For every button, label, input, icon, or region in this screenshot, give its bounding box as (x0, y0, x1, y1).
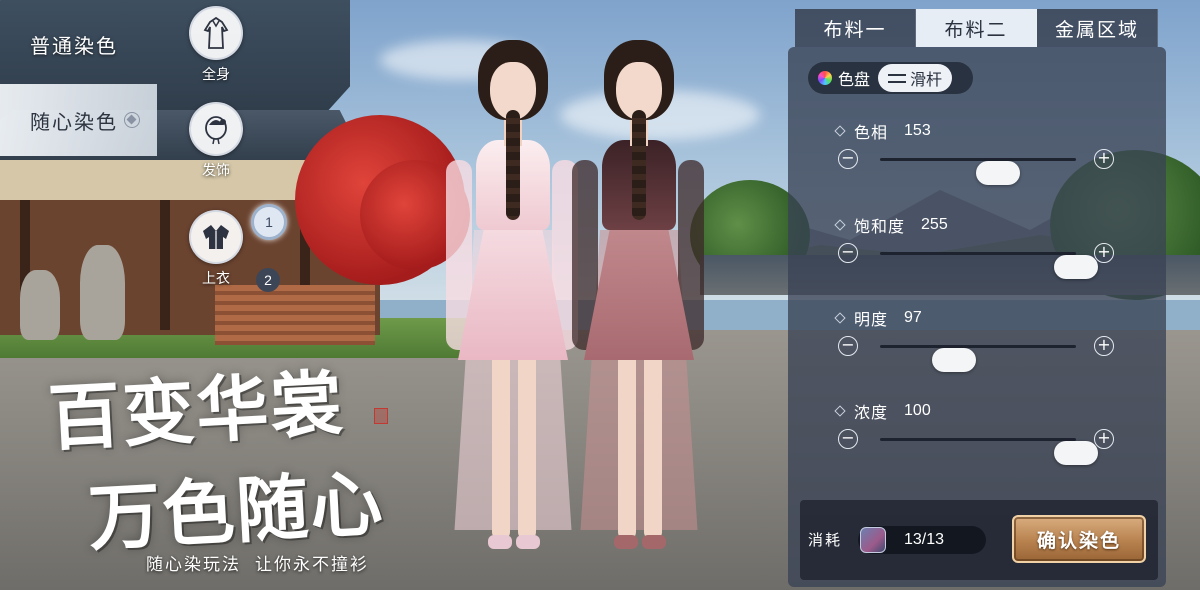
dye-mode-menu: 普通染色 随心染色 (0, 20, 160, 156)
slider-mode-label: 滑杆 (910, 70, 943, 89)
palette-mode-label: 色盘 (838, 70, 871, 89)
minus-button[interactable]: − (838, 336, 858, 356)
upper-garment-icon (189, 210, 243, 264)
leg (644, 350, 662, 540)
slider-thumb[interactable] (975, 161, 1020, 185)
shoe (614, 535, 638, 549)
slider-thumb[interactable] (1054, 441, 1098, 465)
tagline-part: 随心染玩法 (146, 555, 241, 575)
pillar (160, 200, 170, 330)
diamond-icon (834, 405, 846, 417)
param-name: 浓度 (854, 403, 889, 422)
part-label: 发饰 (202, 163, 230, 179)
tab-fabric-2[interactable]: 布料二 (916, 9, 1037, 47)
shoe (642, 535, 666, 549)
slider-track[interactable] (880, 438, 1098, 465)
slider-track[interactable] (880, 158, 1076, 185)
rock (20, 270, 60, 340)
promo-headline-2: 万色随心 (86, 460, 387, 561)
intensity-slider: − + (838, 424, 1114, 465)
param-brightness: 明度 97 − + (834, 307, 1136, 372)
part-full-body[interactable]: 全身 (188, 6, 244, 84)
brightness-slider: − + (838, 331, 1114, 372)
dye-mode-label: 普通染色 (30, 33, 118, 58)
garment-part-selector: 全身 发饰 上衣 (188, 6, 244, 306)
character-preview-original (446, 40, 578, 560)
fabric-area-tabs: 布料一 布料二 金属区域 (795, 9, 1158, 47)
rock (80, 245, 125, 340)
plus-button[interactable]: + (1094, 149, 1114, 169)
palette-mode-button[interactable]: 色盘 (810, 64, 878, 92)
param-value: 153 (904, 122, 931, 139)
slider-track[interactable] (880, 252, 1098, 279)
plus-button[interactable]: + (1094, 429, 1114, 449)
dye-material-icon (860, 527, 886, 553)
full-body-robe-icon (189, 6, 243, 60)
saturation-slider: − + (838, 238, 1114, 279)
cost-value: 13/13 (904, 531, 945, 548)
diamond-icon (834, 219, 846, 231)
dye-area-1-button[interactable]: 1 (251, 204, 287, 240)
dye-area-2-button[interactable]: 2 (256, 268, 280, 292)
shoe (516, 535, 540, 549)
dye-mode-label: 随心染色 (30, 109, 118, 134)
braid (632, 110, 646, 220)
diamond-icon (834, 125, 846, 137)
dye-mode-free[interactable]: 随心染色 (0, 84, 157, 156)
gem-icon (124, 112, 140, 128)
leg (618, 350, 636, 540)
param-name: 色相 (854, 123, 889, 142)
param-saturation: 饱和度 255 − + (834, 214, 1136, 279)
hair-ornament-icon (189, 102, 243, 156)
promo-tagline: 随心染玩法 让你永不撞衫 (146, 550, 369, 575)
minus-button[interactable]: − (838, 243, 858, 263)
leg (492, 350, 510, 540)
plus-button[interactable]: + (1094, 243, 1114, 263)
dye-mode-normal[interactable]: 普通染色 (0, 20, 160, 68)
param-name: 饱和度 (854, 217, 906, 236)
param-value: 255 (921, 216, 948, 233)
param-value: 97 (904, 309, 922, 326)
part-hair-ornament[interactable]: 发饰 (188, 102, 244, 180)
tab-metal-area[interactable]: 金属区域 (1037, 9, 1158, 47)
hue-slider: − + (838, 144, 1114, 185)
slider-thumb[interactable] (932, 348, 977, 372)
part-label: 上衣 (202, 271, 230, 287)
color-wheel-icon (818, 71, 832, 85)
confirm-dye-button[interactable]: 确认染色 (1012, 515, 1146, 563)
color-mode-toggle: 色盘 滑杆 (808, 62, 973, 94)
param-name: 明度 (854, 310, 889, 329)
tagline-part: 让你永不撞衫 (255, 555, 369, 575)
part-label: 全身 (202, 67, 230, 83)
cost-counter: 13/13 (858, 526, 986, 554)
slider-icon (888, 71, 907, 85)
promo-headline-1: 百变华裳 (46, 360, 347, 461)
cost-label: 消耗 (808, 531, 843, 549)
leg (518, 350, 536, 540)
minus-button[interactable]: − (838, 149, 858, 169)
param-hue: 色相 153 − + (834, 120, 1136, 185)
character-preview-dyed (572, 40, 704, 560)
plus-button[interactable]: + (1094, 336, 1114, 356)
part-upper-garment[interactable]: 上衣 (188, 210, 244, 288)
diamond-icon (834, 312, 846, 324)
slider-mode-button[interactable]: 滑杆 (878, 64, 953, 92)
param-value: 100 (904, 402, 931, 419)
param-intensity: 浓度 100 − + (834, 400, 1136, 465)
braid (506, 110, 520, 220)
slider-track[interactable] (880, 345, 1076, 372)
slider-thumb[interactable] (1054, 255, 1098, 279)
tab-fabric-1[interactable]: 布料一 (795, 9, 916, 47)
minus-button[interactable]: − (838, 429, 858, 449)
red-seal-stamp (374, 408, 388, 424)
shoe (488, 535, 512, 549)
